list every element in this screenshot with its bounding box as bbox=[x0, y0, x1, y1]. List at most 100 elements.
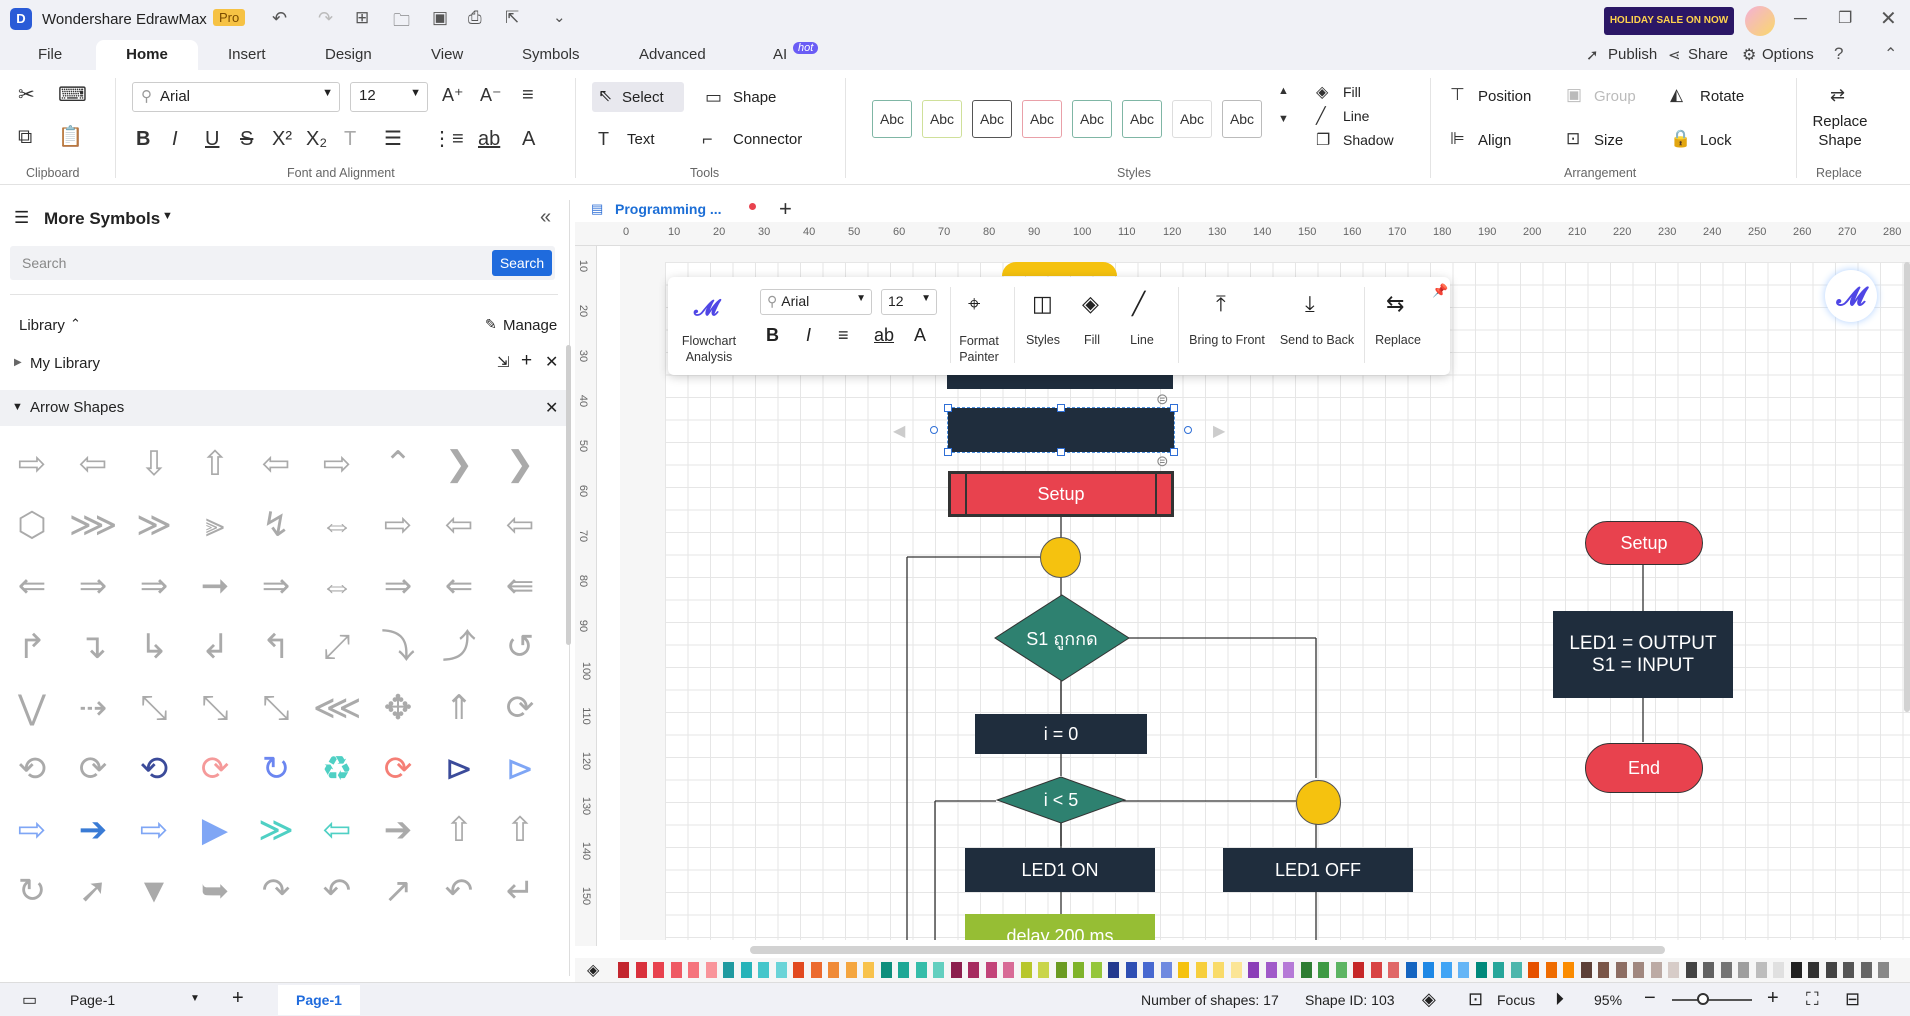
layers-icon[interactable]: ◈ bbox=[1422, 989, 1436, 1010]
connector-circle-2[interactable] bbox=[1296, 780, 1341, 825]
color-swatch[interactable] bbox=[1370, 962, 1382, 978]
float-fill-button[interactable]: Fill bbox=[1072, 333, 1112, 347]
right-setup-terminator[interactable]: Setup bbox=[1585, 521, 1703, 565]
color-swatch[interactable] bbox=[810, 962, 822, 978]
color-swatch[interactable] bbox=[1563, 962, 1574, 978]
ai-assistant-icon[interactable]: 𝓜 bbox=[1825, 270, 1877, 322]
color-swatch[interactable] bbox=[950, 962, 962, 978]
pin-icon[interactable]: 📌 bbox=[1432, 283, 1448, 299]
color-swatch[interactable] bbox=[1300, 962, 1312, 978]
color-swatch[interactable] bbox=[1528, 962, 1539, 978]
color-swatch[interactable] bbox=[1843, 962, 1854, 978]
color-swatch[interactable] bbox=[1475, 962, 1487, 978]
color-swatch[interactable] bbox=[880, 962, 892, 978]
color-swatch[interactable] bbox=[985, 962, 997, 978]
float-italic-icon[interactable]: I bbox=[806, 325, 811, 346]
color-swatch[interactable] bbox=[1073, 962, 1084, 978]
add-right-arrow-icon[interactable]: ▶ bbox=[1213, 421, 1225, 441]
resize-handle[interactable] bbox=[1184, 426, 1192, 434]
format-painter-button[interactable]: Format Painter bbox=[950, 333, 1008, 365]
color-swatch[interactable] bbox=[915, 962, 927, 978]
color-swatch[interactable] bbox=[758, 962, 769, 978]
fullscreen-icon[interactable]: ⊟ bbox=[1845, 989, 1860, 1010]
color-swatch[interactable] bbox=[1318, 962, 1329, 978]
send-to-back-button[interactable]: Send to Back bbox=[1276, 333, 1358, 347]
play-icon[interactable]: ⏵ bbox=[1555, 989, 1564, 1010]
page-selector[interactable]: Page-1 bbox=[70, 992, 115, 1008]
color-swatch[interactable] bbox=[1423, 962, 1434, 978]
color-swatch[interactable] bbox=[1108, 962, 1119, 978]
color-swatch[interactable] bbox=[653, 962, 664, 978]
float-bold-icon[interactable]: B bbox=[766, 325, 779, 346]
color-swatch[interactable] bbox=[1615, 962, 1627, 978]
float-replace-button[interactable]: Replace bbox=[1368, 333, 1428, 347]
color-swatch[interactable] bbox=[1720, 962, 1732, 978]
float-styles-button[interactable]: Styles bbox=[1016, 333, 1070, 347]
color-swatch[interactable] bbox=[1790, 962, 1802, 978]
float-size-select[interactable]: 12 ▼ bbox=[881, 289, 937, 315]
color-swatch[interactable] bbox=[828, 962, 839, 978]
resize-handle[interactable] bbox=[944, 448, 952, 456]
color-swatch[interactable] bbox=[1003, 962, 1014, 978]
i0-process-node[interactable]: i = 0 bbox=[975, 714, 1147, 754]
color-swatch[interactable] bbox=[1510, 962, 1522, 978]
connector-circle-1[interactable] bbox=[1040, 537, 1081, 578]
color-swatch[interactable] bbox=[1090, 962, 1102, 978]
color-swatch[interactable] bbox=[1878, 962, 1889, 978]
color-swatch[interactable] bbox=[1685, 962, 1697, 978]
float-align-icon[interactable]: ≡ bbox=[838, 325, 849, 346]
color-swatch[interactable] bbox=[1178, 962, 1189, 978]
color-swatch[interactable] bbox=[1738, 962, 1749, 978]
color-swatch[interactable] bbox=[1825, 962, 1837, 978]
partial-terminator[interactable] bbox=[1002, 262, 1117, 276]
right-end-terminator[interactable]: End bbox=[1585, 743, 1703, 793]
color-swatch[interactable] bbox=[1160, 962, 1172, 978]
float-highlight-icon[interactable]: ab bbox=[874, 325, 894, 346]
add-page-icon[interactable]: + bbox=[232, 987, 244, 1010]
color-swatch[interactable] bbox=[1405, 962, 1417, 978]
page-view-icon[interactable]: ▭ bbox=[22, 990, 37, 1010]
color-swatch[interactable] bbox=[1773, 962, 1784, 978]
color-swatch[interactable] bbox=[1703, 962, 1714, 978]
zoom-in-icon[interactable]: + bbox=[1767, 987, 1779, 1010]
float-line-button[interactable]: Line bbox=[1118, 333, 1166, 347]
color-swatch[interactable] bbox=[1580, 962, 1592, 978]
page-dropdown-icon[interactable]: ▼ bbox=[190, 993, 200, 1004]
zoom-slider-thumb[interactable] bbox=[1697, 993, 1709, 1005]
color-swatch[interactable] bbox=[1195, 962, 1207, 978]
color-swatch[interactable] bbox=[740, 962, 752, 978]
color-swatch[interactable] bbox=[1440, 962, 1452, 978]
color-swatch[interactable] bbox=[1650, 962, 1662, 978]
color-swatch[interactable] bbox=[968, 962, 979, 978]
color-swatch[interactable] bbox=[1143, 962, 1154, 978]
color-swatch[interactable] bbox=[1055, 962, 1067, 978]
resize-handle[interactable] bbox=[1057, 404, 1065, 412]
color-swatch[interactable] bbox=[1020, 962, 1032, 978]
delay-node[interactable]: delay 200 ms bbox=[965, 914, 1155, 940]
resize-handle[interactable] bbox=[930, 426, 938, 434]
color-swatch[interactable] bbox=[1230, 962, 1242, 978]
float-font-color-icon[interactable]: A bbox=[914, 325, 926, 346]
vertical-scrollbar[interactable] bbox=[1904, 262, 1910, 712]
color-swatch[interactable] bbox=[723, 962, 734, 978]
add-down-arrow-icon[interactable]: ⊜ bbox=[1156, 452, 1169, 470]
zoom-out-icon[interactable]: − bbox=[1644, 987, 1656, 1010]
color-swatch[interactable] bbox=[705, 962, 717, 978]
resize-handle[interactable] bbox=[944, 404, 952, 412]
add-left-arrow-icon[interactable]: ◀ bbox=[893, 421, 905, 441]
color-swatch[interactable] bbox=[863, 962, 874, 978]
color-swatch[interactable] bbox=[1808, 962, 1819, 978]
color-swatch[interactable] bbox=[1668, 962, 1679, 978]
paint-bucket-icon[interactable]: ◈ bbox=[587, 960, 599, 980]
color-swatch[interactable] bbox=[618, 962, 629, 978]
color-swatch[interactable] bbox=[1755, 962, 1767, 978]
color-swatch[interactable] bbox=[1388, 962, 1399, 978]
horizontal-scrollbar[interactable] bbox=[750, 946, 1665, 954]
color-swatch[interactable] bbox=[933, 962, 944, 978]
fit-page-icon[interactable]: ⛶ bbox=[1806, 989, 1819, 1010]
color-swatch[interactable] bbox=[1283, 962, 1294, 978]
color-swatch[interactable] bbox=[1545, 962, 1557, 978]
color-swatch[interactable] bbox=[1248, 962, 1259, 978]
focus-button[interactable]: Focus bbox=[1497, 992, 1535, 1008]
color-swatch[interactable] bbox=[1038, 962, 1049, 978]
